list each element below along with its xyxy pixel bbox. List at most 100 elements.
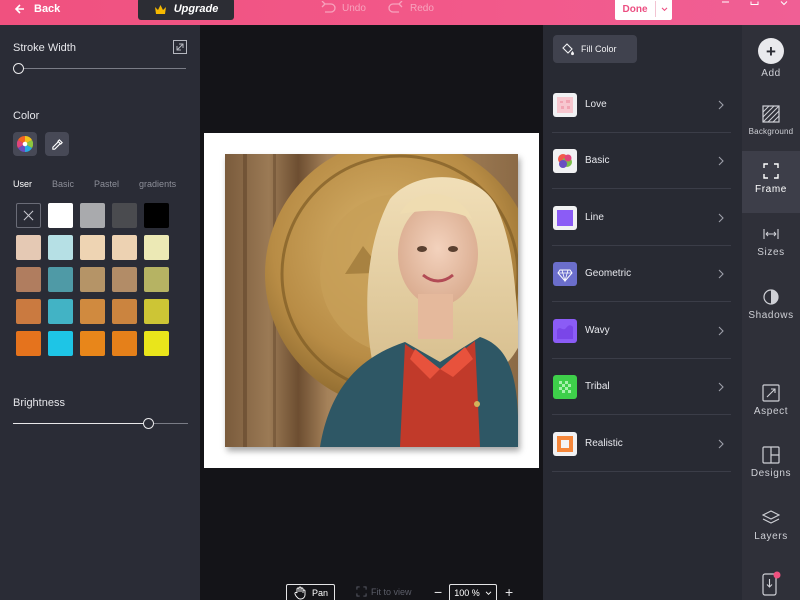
category-love[interactable]: Love [552,77,731,133]
geometric-thumb-icon [553,261,577,286]
palette-tab-basic[interactable]: Basic [52,179,74,189]
palette-tab-pastel[interactable]: Pastel [94,179,119,189]
close-icon[interactable] [776,0,792,10]
minimize-icon[interactable] [717,0,733,10]
brightness-slider[interactable] [142,418,154,429]
category-label: Love [585,99,607,110]
color-swatch[interactable] [80,203,105,228]
chevron-right-icon [718,100,724,109]
color-swatch[interactable] [80,331,105,356]
upgrade-label: Upgrade [173,3,219,15]
upgrade-button[interactable]: Upgrade [138,0,234,20]
color-wheel-button[interactable] [13,132,37,156]
category-basic[interactable]: Basic [552,133,731,189]
sidebar-item-sizes[interactable]: Sizes [742,225,800,258]
category-geometric[interactable]: Geometric [552,246,731,302]
color-swatch[interactable] [80,235,105,260]
crown-icon [154,4,166,14]
fill-color-button[interactable]: Fill Color [553,35,637,63]
color-swatch[interactable] [144,235,169,260]
x-icon [23,210,34,221]
color-swatch[interactable] [16,299,41,324]
redo-button[interactable]: Redo [388,0,434,16]
fit-to-view-label: Fit to view [371,586,412,597]
aspect-ratio-icon [762,384,780,402]
wavy-thumb-icon [553,318,577,343]
phone-download-icon [762,571,781,596]
color-swatch[interactable] [48,331,73,356]
sidebar-item-frame[interactable]: Frame [742,151,800,213]
color-swatch[interactable] [112,267,137,292]
color-swatch[interactable] [80,267,105,292]
zoom-select[interactable]: 100 % [449,584,497,600]
redo-icon [388,1,403,13]
fit-view-icon [356,586,367,597]
category-line[interactable]: Line [552,190,731,246]
color-swatch[interactable] [16,331,41,356]
sidebar-item-layers[interactable]: Layers [742,509,800,542]
color-swatch[interactable] [112,203,137,228]
canvas-controls: Pan Fit to view − 100 % + [200,584,543,600]
paint-bucket-icon [562,43,574,56]
palette-tab-user[interactable]: User [13,179,32,189]
undo-button[interactable]: Undo [320,0,366,16]
color-swatch[interactable] [48,203,73,228]
portrait-photo [225,154,518,447]
photo-image[interactable] [225,154,518,447]
left-panel: Stroke Width Color User Basic Pastel gra… [0,25,200,600]
color-swatch[interactable] [80,299,105,324]
color-label: Color [13,110,40,122]
photo-frame[interactable] [204,133,539,468]
done-button[interactable]: Done [615,0,672,20]
color-swatch[interactable] [144,267,169,292]
stroke-width-track [18,68,186,69]
sidebar-item-add[interactable]: + Add [742,38,800,79]
sidebar-item-background[interactable]: Background [742,105,800,136]
category-tribal[interactable]: Tribal [552,359,731,415]
back-button[interactable]: Back [14,0,60,18]
plus-icon: + [758,38,784,64]
pan-button[interactable]: Pan [286,584,335,600]
arrow-left-icon [14,4,24,14]
eyedropper-button[interactable] [45,132,69,156]
love-thumb-icon [553,92,577,117]
chevron-down-icon[interactable] [655,1,672,17]
canvas-area: Pan Fit to view − 100 % + [200,25,543,600]
color-swatch[interactable] [144,299,169,324]
color-swatch[interactable] [112,299,137,324]
maximize-icon[interactable] [746,0,762,10]
sidebar-item-download[interactable] [742,570,800,596]
sidebar-item-label: Designs [750,468,792,479]
category-label: Wavy [585,325,610,336]
category-wavy[interactable]: Wavy [552,303,731,359]
color-swatch[interactable] [112,235,137,260]
palette-tab-gradients[interactable]: gradients [139,179,176,189]
category-label: Tribal [585,381,610,392]
tool-sidebar: + Add Background Frame Sizes Shadows Asp… [742,25,800,600]
brightness-fill [13,423,148,424]
no-color-swatch[interactable] [16,203,41,228]
shadow-icon [763,289,779,305]
fit-to-view-button[interactable]: Fit to view [356,586,412,597]
zoom-in-button[interactable]: + [505,584,513,600]
zoom-value: 100 % [454,588,480,598]
color-swatch[interactable] [48,267,73,292]
undo-label: Undo [342,2,366,14]
expand-icon[interactable] [173,40,187,54]
sidebar-item-aspect[interactable]: Aspect [742,384,800,417]
palette-tabs: User Basic Pastel gradients [13,179,196,189]
color-swatch[interactable] [144,331,169,356]
color-swatch[interactable] [48,299,73,324]
category-realistic[interactable]: Realistic [552,416,731,472]
color-swatch[interactable] [16,235,41,260]
stroke-width-slider[interactable] [13,63,24,74]
sidebar-item-shadows[interactable]: Shadows [742,288,800,321]
sidebar-item-label: Sizes [757,247,785,258]
color-swatch[interactable] [112,331,137,356]
chevron-right-icon [718,269,724,278]
zoom-out-button[interactable]: − [434,584,442,600]
color-swatch[interactable] [16,267,41,292]
color-swatch[interactable] [144,203,169,228]
color-swatch[interactable] [48,235,73,260]
sidebar-item-designs[interactable]: Designs [742,446,800,479]
